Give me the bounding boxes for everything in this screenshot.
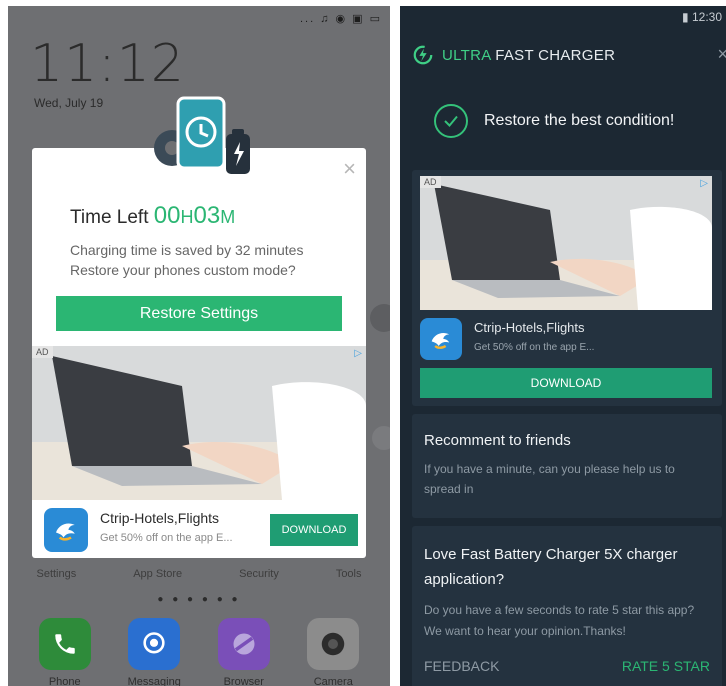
- close-icon[interactable]: ×: [343, 156, 356, 182]
- rate-title: Love Fast Battery Charger 5X charger app…: [424, 546, 678, 588]
- floating-bubble: [370, 304, 390, 332]
- time-hours-value: 00: [153, 202, 181, 229]
- home-label-security[interactable]: Security: [239, 568, 279, 580]
- feedback-button[interactable]: FEEDBACK: [424, 658, 499, 674]
- rate-text: Do you have a few seconds to rate 5 star…: [424, 603, 695, 638]
- desc-line-1: Charging time is saved by 32 minutes: [70, 242, 304, 258]
- recommend-title: Recomment to friends: [424, 432, 571, 449]
- ad-app-title: Ctrip-Hotels,Flights: [474, 320, 585, 335]
- popup-description: Charging time is saved by 32 minutes Res…: [70, 240, 303, 280]
- download-button[interactable]: DOWNLOAD: [270, 514, 358, 546]
- status-bar-icons: ... ♫ ◉ ▣ ▭: [299, 13, 382, 25]
- ad-tag: AD: [32, 346, 53, 358]
- rate-card: Love Fast Battery Charger 5X charger app…: [412, 526, 722, 686]
- status-time: 12:30: [691, 10, 722, 24]
- home-label-settings[interactable]: Settings: [36, 568, 76, 580]
- app-dock: Phone Messaging Browser Camera: [8, 618, 390, 686]
- restore-message: Restore the best condition!: [484, 112, 675, 129]
- ad-app-row[interactable]: Ctrip-Hotels,Flights Get 50% off on the …: [44, 508, 358, 552]
- laptop-illustration: [32, 346, 366, 500]
- phone-icon: [38, 618, 91, 670]
- home-label-tools[interactable]: Tools: [336, 568, 362, 580]
- desc-line-2: Restore your phones custom mode?: [70, 262, 296, 278]
- home-app-labels: Settings App Store Security Tools: [8, 568, 390, 580]
- ad-choices-icon[interactable]: ▷: [700, 178, 708, 189]
- restore-status-row: Restore the best condition!: [434, 104, 674, 138]
- screenshot-canvas: ... ♫ ◉ ▣ ▭ 11:12 Wed, July 19 Settings …: [0, 0, 726, 686]
- dock-app-camera[interactable]: Camera: [298, 618, 368, 686]
- rate-actions: FEEDBACK RATE 5 STAR: [424, 658, 710, 674]
- browser-icon: [217, 618, 270, 670]
- ad-card: AD ▷ Ctrip-Hotels,Flights Get 50% off on…: [412, 170, 722, 406]
- charger-logo-icon: [413, 45, 433, 65]
- dolphin-app-icon: [420, 318, 462, 360]
- ad-choices-icon[interactable]: ▷: [354, 348, 362, 359]
- dock-app-browser[interactable]: Browser: [209, 618, 279, 686]
- restore-settings-button[interactable]: Restore Settings: [56, 296, 342, 331]
- dock-label-messaging: Messaging: [127, 676, 181, 686]
- app-title-highlight: ULTRA: [442, 46, 491, 64]
- time-minutes-value: 03: [193, 202, 221, 229]
- camera-icon: [307, 618, 360, 670]
- time-minutes-unit: M: [220, 207, 236, 227]
- left-phone-screen: ... ♫ ◉ ▣ ▭ 11:12 Wed, July 19 Settings …: [8, 6, 390, 686]
- download-button[interactable]: DOWNLOAD: [420, 368, 712, 398]
- charging-complete-popup: × Time Left 00H03M Charging time is save…: [32, 148, 366, 558]
- ad-app-title: Ctrip-Hotels,Flights: [100, 510, 220, 526]
- ad-banner-image[interactable]: AD ▷: [32, 346, 366, 500]
- right-phone-screen: ▮ 12:30 ULTRA FAST CHARGER × Restore the…: [400, 6, 726, 686]
- dolphin-app-icon: [44, 508, 88, 552]
- dock-label-phone: Phone: [48, 676, 81, 686]
- check-circle-icon: [434, 104, 468, 138]
- battery-icon: ▮: [682, 10, 689, 24]
- lock-screen-date: Wed, July 19: [34, 96, 104, 110]
- rate-5-star-button[interactable]: RATE 5 STAR: [622, 658, 710, 674]
- floating-bubble-small: [372, 426, 390, 450]
- page-indicator: ● ● ● ● ● ●: [157, 594, 241, 605]
- dock-app-messaging[interactable]: Messaging: [119, 618, 189, 686]
- app-title-rest: FAST CHARGER: [495, 46, 616, 64]
- ad-app-subtitle: Get 50% off on the app E...: [474, 342, 595, 353]
- dock-label-browser: Browser: [223, 676, 264, 686]
- app-title: ULTRA FAST CHARGER: [442, 47, 615, 64]
- lock-screen-time: 11:12: [30, 34, 185, 94]
- dock-label-camera: Camera: [313, 676, 353, 686]
- time-left-label: Time Left: [70, 207, 149, 228]
- app-header: ULTRA FAST CHARGER: [412, 42, 615, 68]
- recommend-text: If you have a minute, can you please hel…: [424, 462, 675, 496]
- home-label-app-store[interactable]: App Store: [133, 568, 182, 580]
- ad-banner-image[interactable]: AD ▷: [420, 176, 712, 310]
- ad-app-row[interactable]: Ctrip-Hotels,Flights Get 50% off on the …: [420, 318, 712, 360]
- status-bar: ▮ 12:30: [682, 10, 722, 24]
- phone-charging-icon: [154, 96, 250, 174]
- ad-tag: AD: [420, 176, 441, 188]
- recommend-card[interactable]: Recomment to friends If you have a minut…: [412, 414, 722, 518]
- time-hours-unit: H: [180, 207, 194, 227]
- close-icon[interactable]: ×: [717, 44, 726, 65]
- messaging-icon: [128, 618, 181, 670]
- ad-app-subtitle: Get 50% off on the app E...: [100, 532, 233, 544]
- time-left-row: Time Left 00H03M: [70, 202, 235, 230]
- laptop-illustration: [420, 176, 712, 310]
- dock-app-phone[interactable]: Phone: [30, 618, 100, 686]
